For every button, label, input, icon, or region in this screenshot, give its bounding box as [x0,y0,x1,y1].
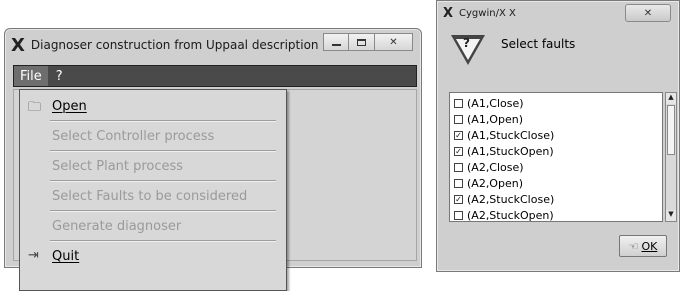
menu-help[interactable]: ? [48,69,71,84]
fault-label: (A2,Close) [467,160,524,174]
fault-item[interactable]: (A2,Close) [454,159,524,175]
scrollbar-thumb[interactable] [667,105,675,155]
fault-item[interactable]: ✓ (A1,StuckClose) [454,127,554,143]
menu-item-label: Select Plant process [52,158,184,174]
fault-label: (A2,StuckOpen) [467,208,554,222]
main-window: X Diagnoser construction from Uppaal des… [4,28,422,291]
close-icon: ✕ [643,7,653,19]
dialog-heading: Select faults [501,37,576,51]
faults-scrollbar[interactable]: ▲ ▼ [665,92,677,222]
maximize-icon [357,38,366,46]
scroll-down-icon[interactable]: ▼ [666,210,676,221]
menu-item-label: Select Controller process [52,128,215,144]
fault-item[interactable]: (A1,Close) [454,95,524,111]
window-controls: ✕ [323,33,413,51]
menu-item-select-plant: Select Plant process [20,152,286,180]
menu-item-open[interactable]: 🗀 Open [20,92,286,120]
fault-item[interactable]: ✓ (A1,StuckOpen) [454,143,554,159]
checkbox-checked[interactable]: ✓ [454,146,463,156]
menu-bar: File ? [13,65,417,87]
fault-item[interactable]: (A2,StuckOpen) [454,207,554,222]
minimize-button[interactable] [323,33,349,51]
fault-label: (A2,StuckClose) [467,192,555,206]
fault-label: (A2,Open) [467,176,523,190]
checkbox[interactable] [454,114,463,124]
fault-label: (A1,StuckClose) [467,128,555,142]
menu-item-label: Generate diagnoser [52,218,182,234]
dialog-window-controls: ✕ [625,4,671,22]
checkbox-checked[interactable]: ✓ [454,130,463,140]
checkbox-checked[interactable]: ✓ [454,194,463,204]
question-mark-glyph: ? [463,36,470,50]
folder-icon: 🗀 [28,100,42,115]
checkbox[interactable] [454,210,463,220]
checkbox[interactable] [454,178,463,188]
exit-icon: ⇥ [28,248,39,263]
dialog-close-button[interactable]: ✕ [625,4,671,22]
minimize-icon [331,44,341,46]
menu-item-quit[interactable]: ⇥ Quit [20,242,286,270]
dialog-title: Cygwin/X X [459,7,516,19]
close-icon: ✕ [389,36,398,48]
x-logo-icon: X [443,5,454,21]
menu-item-generate-diagnoser: Generate diagnoser [20,212,286,240]
fault-item[interactable]: (A1,Open) [454,111,523,127]
file-menu-dropdown: 🗀 Open Select Controller process Select … [19,89,287,291]
close-button[interactable]: ✕ [375,33,413,51]
checkbox[interactable] [454,98,463,108]
maximize-button[interactable] [349,33,375,51]
ok-button-label: OK [641,239,658,253]
menu-item-select-faults: Select Faults to be considered [20,182,286,210]
main-window-title: Diagnoser construction from Uppaal descr… [30,38,319,52]
menu-item-label: Select Faults to be considered [52,188,248,204]
dialog-titlebar[interactable]: X Cygwin/X X ✕ [437,1,679,25]
fault-label: (A1,Close) [467,96,524,110]
menu-file[interactable]: File [14,66,48,86]
select-faults-dialog: X Cygwin/X X ✕ ? Select faults (A1,Close… [436,0,680,272]
faults-list[interactable]: (A1,Close) (A1,Open) ✓ (A1,StuckClose) ✓ (… [449,92,663,222]
main-window-titlebar[interactable]: X Diagnoser construction from Uppaal des… [5,29,421,61]
scroll-up-icon[interactable]: ▲ [666,93,676,104]
fault-item[interactable]: (A2,Open) [454,175,523,191]
menu-item-label: Quit [52,248,80,264]
menu-item-select-controller: Select Controller process [20,122,286,150]
fault-label: (A1,Open) [467,112,523,126]
fault-label: (A1,StuckOpen) [467,144,554,158]
ok-hand-icon: ☜ [628,239,639,253]
menu-item-label: Open [52,98,87,114]
ok-button[interactable]: ☜ OK [619,235,667,257]
x-logo-icon: X [11,34,25,56]
checkbox[interactable] [454,162,463,172]
fault-item[interactable]: ✓ (A2,StuckClose) [454,191,554,207]
